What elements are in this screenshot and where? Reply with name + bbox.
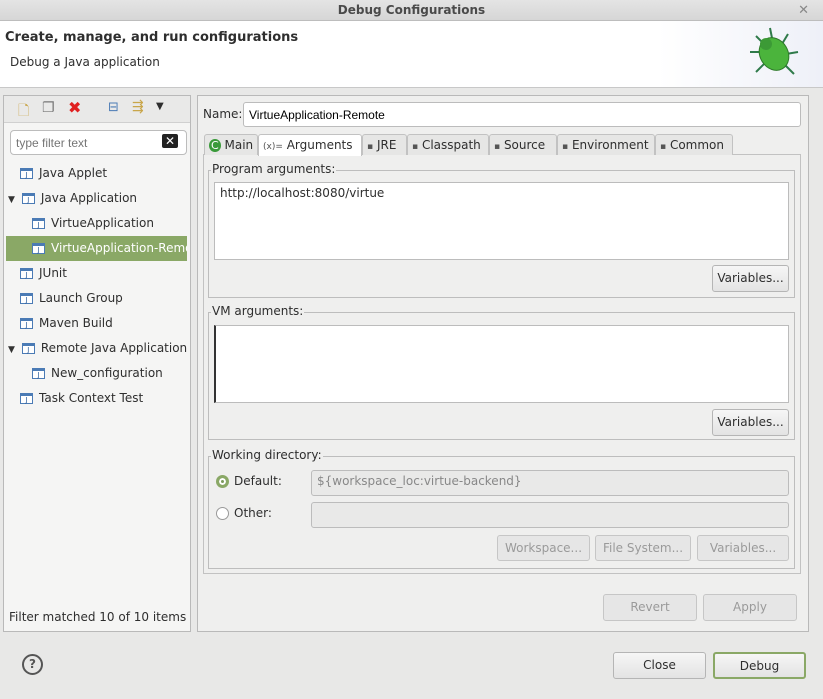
tab-label: Classpath bbox=[421, 138, 481, 152]
default-radio[interactable]: Default: bbox=[216, 474, 282, 488]
launch-group-icon: J bbox=[20, 293, 33, 304]
program-args-textarea[interactable]: http://localhost:8080/virtue bbox=[214, 182, 789, 260]
delete-icon[interactable]: ✖ bbox=[68, 98, 81, 117]
other-label: Other: bbox=[234, 506, 272, 520]
tree-item-label: VirtueApplication bbox=[51, 216, 154, 230]
vm-args-variables-button[interactable]: Variables... bbox=[712, 409, 789, 436]
expand-arrow-icon[interactable]: ▼ bbox=[8, 188, 18, 211]
other-dir-field bbox=[311, 502, 789, 528]
close-button[interactable]: Close bbox=[613, 652, 706, 679]
tab-jre[interactable]: ▪ JRE bbox=[362, 134, 407, 155]
tree-item-label: VirtueApplication-Remote bbox=[51, 241, 187, 255]
header-subtitle: Debug a Java application bbox=[10, 55, 160, 69]
remote-java-icon: J bbox=[32, 368, 45, 379]
tree-item-label: Launch Group bbox=[39, 291, 123, 305]
tab-icon: ▪ bbox=[660, 142, 667, 152]
help-icon[interactable]: ? bbox=[22, 654, 43, 675]
tab-label: Main bbox=[224, 138, 254, 152]
tab-label: Environment bbox=[571, 138, 649, 152]
tab-label: Arguments bbox=[286, 138, 353, 152]
radio-checked-icon bbox=[216, 475, 229, 488]
junit-icon: J bbox=[20, 268, 33, 279]
clear-filter-icon[interactable]: ✕ bbox=[162, 134, 179, 148]
vm-args-textarea[interactable] bbox=[214, 325, 789, 403]
default-dir-field: ${workspace_loc:virtue-backend} bbox=[311, 470, 789, 496]
tab-label: JRE bbox=[376, 138, 397, 152]
close-window-button[interactable]: ✕ bbox=[798, 0, 809, 21]
file-system-button[interactable]: File System... bbox=[595, 535, 691, 561]
tree-item[interactable]: J JUnit bbox=[6, 261, 187, 286]
tab-label: Common bbox=[669, 138, 724, 152]
tab-icon: C bbox=[209, 139, 221, 152]
tab-icon: ▪ bbox=[494, 142, 501, 152]
tree-item-label: Java Applet bbox=[39, 166, 108, 180]
tree-item-label: Maven Build bbox=[39, 316, 113, 330]
default-label: Default: bbox=[234, 474, 282, 488]
tab-icon: ▪ bbox=[367, 142, 374, 152]
config-name-input[interactable] bbox=[243, 102, 801, 127]
debug-button[interactable]: Debug bbox=[713, 652, 806, 679]
duplicate-icon[interactable]: ❐ bbox=[42, 100, 55, 116]
tab-arguments[interactable]: (x)= Arguments bbox=[258, 134, 362, 156]
task-context-icon: J bbox=[20, 393, 33, 404]
program-args-label: Program arguments: bbox=[211, 162, 337, 176]
tree-item[interactable]: J Java Applet bbox=[6, 161, 187, 186]
maven-icon: J bbox=[20, 318, 33, 329]
revert-button[interactable]: Revert bbox=[603, 594, 697, 621]
apply-button[interactable]: Apply bbox=[703, 594, 797, 621]
tree-item[interactable]: J Task Context Test bbox=[6, 386, 187, 411]
tab-classpath[interactable]: ▪ Classpath bbox=[407, 134, 489, 155]
tree-item[interactable]: ▼ J Java Application bbox=[6, 186, 187, 211]
tree-item-label: Task Context Test bbox=[39, 391, 144, 405]
tab-source[interactable]: ▪ Source bbox=[489, 134, 557, 155]
workspace-button[interactable]: Workspace... bbox=[497, 535, 590, 561]
filter-status: Filter matched 10 of 10 items bbox=[9, 610, 187, 624]
tree-item[interactable]: J VirtueApplication-Remote bbox=[6, 236, 187, 261]
expand-arrow-icon[interactable]: ▼ bbox=[8, 338, 18, 361]
java-application-icon: J bbox=[32, 243, 45, 254]
remote-java-icon: J bbox=[21, 343, 35, 354]
tree-item-label: JUnit bbox=[39, 266, 67, 280]
java-application-icon: J bbox=[32, 218, 45, 229]
tree-item-label: New_configuration bbox=[51, 366, 163, 380]
bug-logo-icon bbox=[750, 27, 799, 75]
tree-item[interactable]: ▼ J Remote Java Application bbox=[6, 336, 187, 361]
filter-icon[interactable]: ⇶ bbox=[132, 99, 144, 115]
title-bar: Debug Configurations bbox=[0, 0, 823, 21]
tab-common[interactable]: ▪ Common bbox=[655, 134, 733, 155]
vm-args-label: VM arguments: bbox=[211, 304, 305, 318]
tab-icon: ▪ bbox=[562, 142, 569, 152]
collapse-all-icon[interactable]: ⊟ bbox=[108, 100, 119, 115]
working-dir-variables-button[interactable]: Variables... bbox=[697, 535, 789, 561]
tree-item[interactable]: J New_configuration bbox=[6, 361, 187, 386]
header-title: Create, manage, and run configurations bbox=[5, 30, 299, 45]
working-directory-label: Working directory: bbox=[211, 448, 323, 462]
tree-item[interactable]: J Maven Build bbox=[6, 311, 187, 336]
java-application-icon: J bbox=[21, 193, 35, 204]
tab-environment[interactable]: ▪ Environment bbox=[557, 134, 655, 155]
tab-icon: (x)= bbox=[263, 142, 283, 152]
tree-item-label: Remote Java Application bbox=[40, 341, 187, 355]
tab-icon: ▪ bbox=[412, 142, 419, 152]
tree-item[interactable]: J VirtueApplication bbox=[6, 211, 187, 236]
tab-label: Source bbox=[503, 138, 546, 152]
java-applet-icon: J bbox=[20, 168, 33, 179]
tab-main[interactable]: C Main bbox=[204, 134, 258, 155]
name-label: Name: bbox=[203, 107, 243, 121]
window-title: Debug Configurations bbox=[337, 3, 486, 17]
new-config-icon[interactable]: 🗋 bbox=[18, 100, 29, 124]
other-radio[interactable]: Other: bbox=[216, 506, 272, 520]
tree-item[interactable]: J Launch Group bbox=[6, 286, 187, 311]
radio-unchecked-icon bbox=[216, 507, 229, 520]
filter-input[interactable] bbox=[10, 130, 187, 155]
tree-item-label: Java Application bbox=[40, 191, 138, 205]
view-menu-chevron-icon[interactable]: ▼ bbox=[156, 101, 164, 112]
program-args-variables-button[interactable]: Variables... bbox=[712, 265, 789, 292]
